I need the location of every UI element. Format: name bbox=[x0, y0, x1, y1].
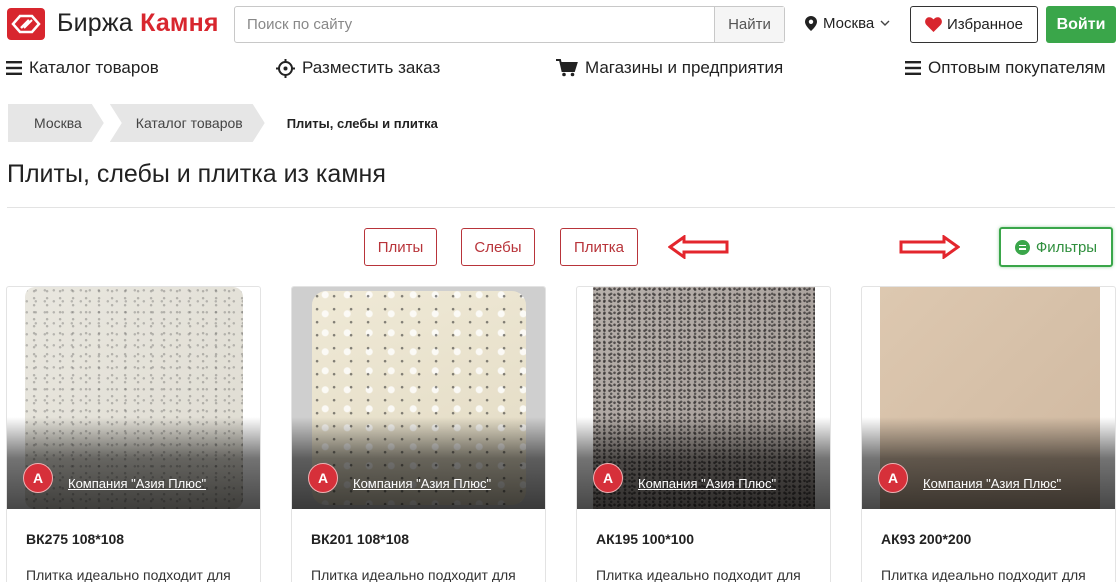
crosshair-icon bbox=[276, 58, 295, 78]
logo-text[interactable]: Биржа Камня bbox=[57, 9, 219, 38]
header: Биржа Камня Найти Москва Избранное Войти bbox=[0, 0, 1119, 48]
city-label: Москва bbox=[823, 15, 875, 32]
product-card[interactable]: А Компания "Азия Плюс" АК195 100*100 Пли… bbox=[576, 286, 831, 582]
breadcrumb-item[interactable]: Каталог товаров bbox=[110, 104, 265, 142]
company-link[interactable]: Компания "Азия Плюс" bbox=[923, 476, 1061, 491]
category-button-slabs[interactable]: Плиты bbox=[364, 228, 437, 266]
company-avatar[interactable]: А bbox=[308, 463, 338, 493]
company-link[interactable]: Компания "Азия Плюс" bbox=[638, 476, 776, 491]
product-card[interactable]: А Компания "Азия Плюс" ВК201 108*108 Пли… bbox=[291, 286, 546, 582]
product-description: Плитка идеально подходит для bbox=[596, 567, 801, 582]
logo-icon[interactable] bbox=[7, 8, 45, 40]
filters-button[interactable]: Фильтры bbox=[999, 227, 1113, 267]
product-title[interactable]: ВК275 108*108 bbox=[26, 531, 124, 547]
login-button[interactable]: Войти bbox=[1046, 6, 1116, 43]
company-link[interactable]: Компания "Азия Плюс" bbox=[68, 476, 206, 491]
product-description: Плитка идеально подходит для bbox=[26, 567, 231, 582]
chevron-down-icon bbox=[880, 20, 890, 26]
search-input[interactable] bbox=[235, 7, 714, 42]
product-title[interactable]: АК93 200*200 bbox=[881, 531, 971, 547]
city-selector[interactable]: Москва bbox=[805, 15, 890, 32]
nav-item-label: Оптовым покупателям bbox=[928, 58, 1106, 77]
logo-text-part2: Камня bbox=[140, 9, 219, 37]
hamburger-icon bbox=[905, 61, 921, 75]
product-title[interactable]: АК195 100*100 bbox=[596, 531, 694, 547]
product-card[interactable]: А Компания "Азия Плюс" ВК275 108*108 Пли… bbox=[6, 286, 261, 582]
favorites-label: Избранное bbox=[946, 16, 1024, 33]
search-box: Найти bbox=[234, 6, 785, 43]
search-button[interactable]: Найти bbox=[714, 7, 784, 42]
company-link[interactable]: Компания "Азия Плюс" bbox=[353, 476, 491, 491]
category-button-slebs[interactable]: Слебы bbox=[461, 228, 535, 266]
filters-label: Фильтры bbox=[1035, 238, 1098, 256]
divider bbox=[7, 207, 1115, 208]
company-avatar[interactable]: А bbox=[878, 463, 908, 493]
breadcrumb-item[interactable]: Москва bbox=[8, 104, 104, 142]
nav-item-label: Каталог товаров bbox=[29, 58, 159, 77]
logo-text-part1: Биржа bbox=[57, 9, 133, 37]
company-avatar[interactable]: А bbox=[23, 463, 53, 493]
product-card[interactable]: А Компания "Азия Плюс" АК93 200*200 Плит… bbox=[861, 286, 1116, 582]
cart-icon bbox=[556, 59, 578, 77]
heart-icon bbox=[925, 17, 942, 32]
nav-item-catalog[interactable]: Каталог товаров bbox=[6, 58, 159, 78]
product-title[interactable]: ВК201 108*108 bbox=[311, 531, 409, 547]
nav-item-label: Магазины и предприятия bbox=[585, 58, 784, 77]
breadcrumb: Москва Каталог товаров Плиты, слебы и пл… bbox=[8, 104, 466, 142]
nav-item-wholesale[interactable]: Оптовым покупателям bbox=[905, 58, 1106, 78]
hamburger-icon bbox=[6, 61, 22, 75]
category-button-tiles[interactable]: Плитка bbox=[560, 228, 638, 266]
breadcrumb-current: Плиты, слебы и плитка bbox=[286, 115, 438, 131]
filter-icon bbox=[1014, 239, 1030, 255]
nav-item-label: Разместить заказ bbox=[302, 58, 441, 77]
nav-item-place-order[interactable]: Разместить заказ bbox=[276, 58, 440, 78]
favorites-button[interactable]: Избранное bbox=[910, 6, 1038, 43]
right-arrow-annotation-icon bbox=[899, 235, 960, 259]
location-pin-icon bbox=[805, 16, 817, 31]
page-title: Плиты, слебы и плитка из камня bbox=[7, 160, 386, 188]
nav-item-stores[interactable]: Магазины и предприятия bbox=[556, 58, 783, 78]
company-avatar[interactable]: А bbox=[593, 463, 623, 493]
left-arrow-annotation-icon bbox=[668, 235, 729, 259]
main-nav: Каталог товаров Разместить заказ Магазин… bbox=[0, 56, 1119, 84]
product-description: Плитка идеально подходит для bbox=[881, 567, 1086, 582]
product-description: Плитка идеально подходит для bbox=[311, 567, 516, 582]
